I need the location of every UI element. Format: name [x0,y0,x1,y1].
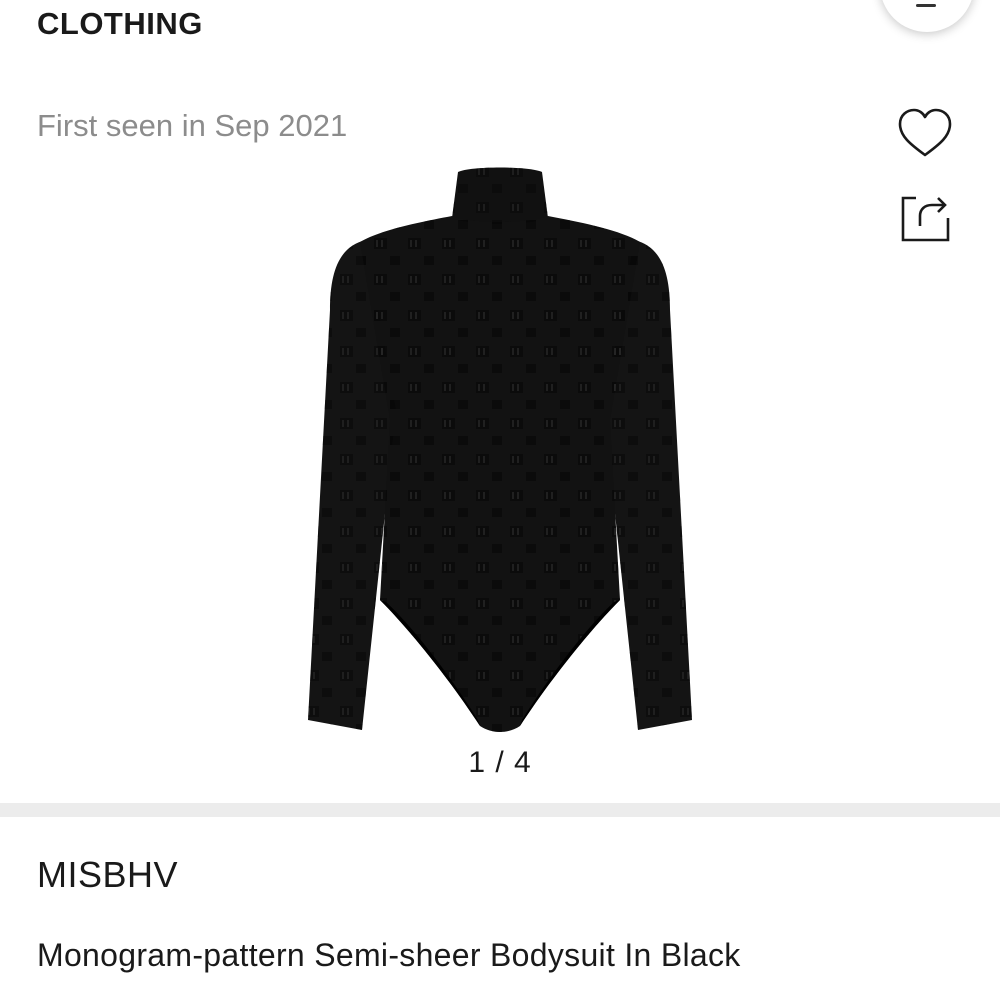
product-image[interactable] [300,160,700,740]
image-pager: 1 / 4 [468,746,532,779]
product-page: CLOTHING First seen in Sep 2021 1 / 4 MI… [0,0,1000,1000]
share-button[interactable] [898,190,952,244]
bodysuit-illustration [308,167,692,732]
category-title: CLOTHING [37,6,203,41]
first-seen-label: First seen in Sep 2021 [37,108,348,143]
menu-button[interactable] [880,0,974,32]
section-divider [0,803,1000,817]
favorite-button[interactable] [896,106,954,160]
brand-name[interactable]: MISBHV [37,854,178,896]
product-title: Monogram-pattern Semi-sheer Bodysuit In … [37,937,741,973]
bodysuit-shape [308,167,692,732]
share-icon [901,196,950,242]
heart-icon [898,108,952,157]
menu-icon-bar [916,4,936,7]
